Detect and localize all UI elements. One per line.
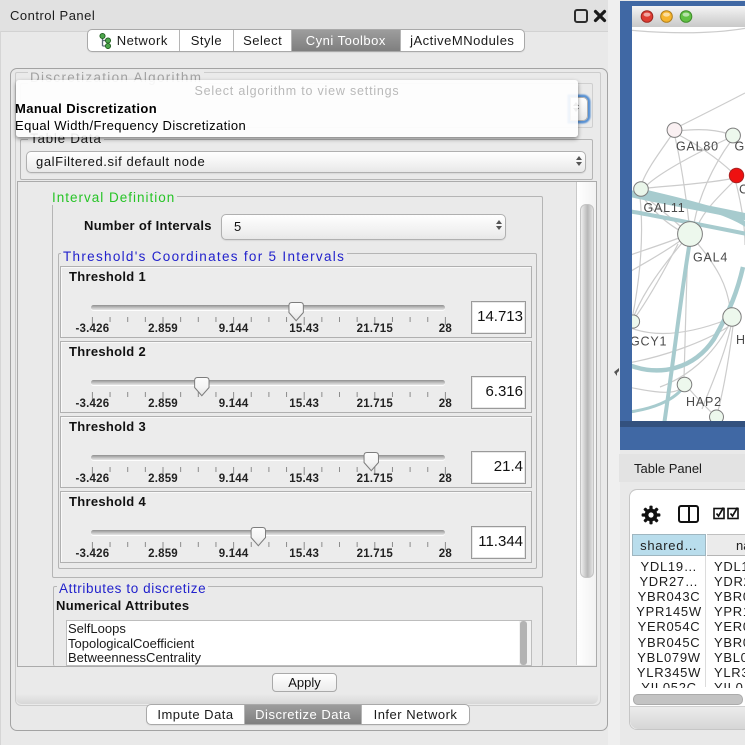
svg-text:GCY1: GCY1 [632, 335, 667, 349]
svg-text:GAL11: GAL11 [644, 201, 686, 215]
svg-text:GAL80: GAL80 [676, 140, 719, 154]
svg-text:GAL4: GAL4 [693, 251, 728, 265]
svg-text:GA: GA [735, 140, 745, 154]
svg-text:HAP2: HAP2 [686, 395, 722, 409]
svg-text:H: H [736, 333, 745, 347]
svg-text:C: C [739, 183, 745, 197]
